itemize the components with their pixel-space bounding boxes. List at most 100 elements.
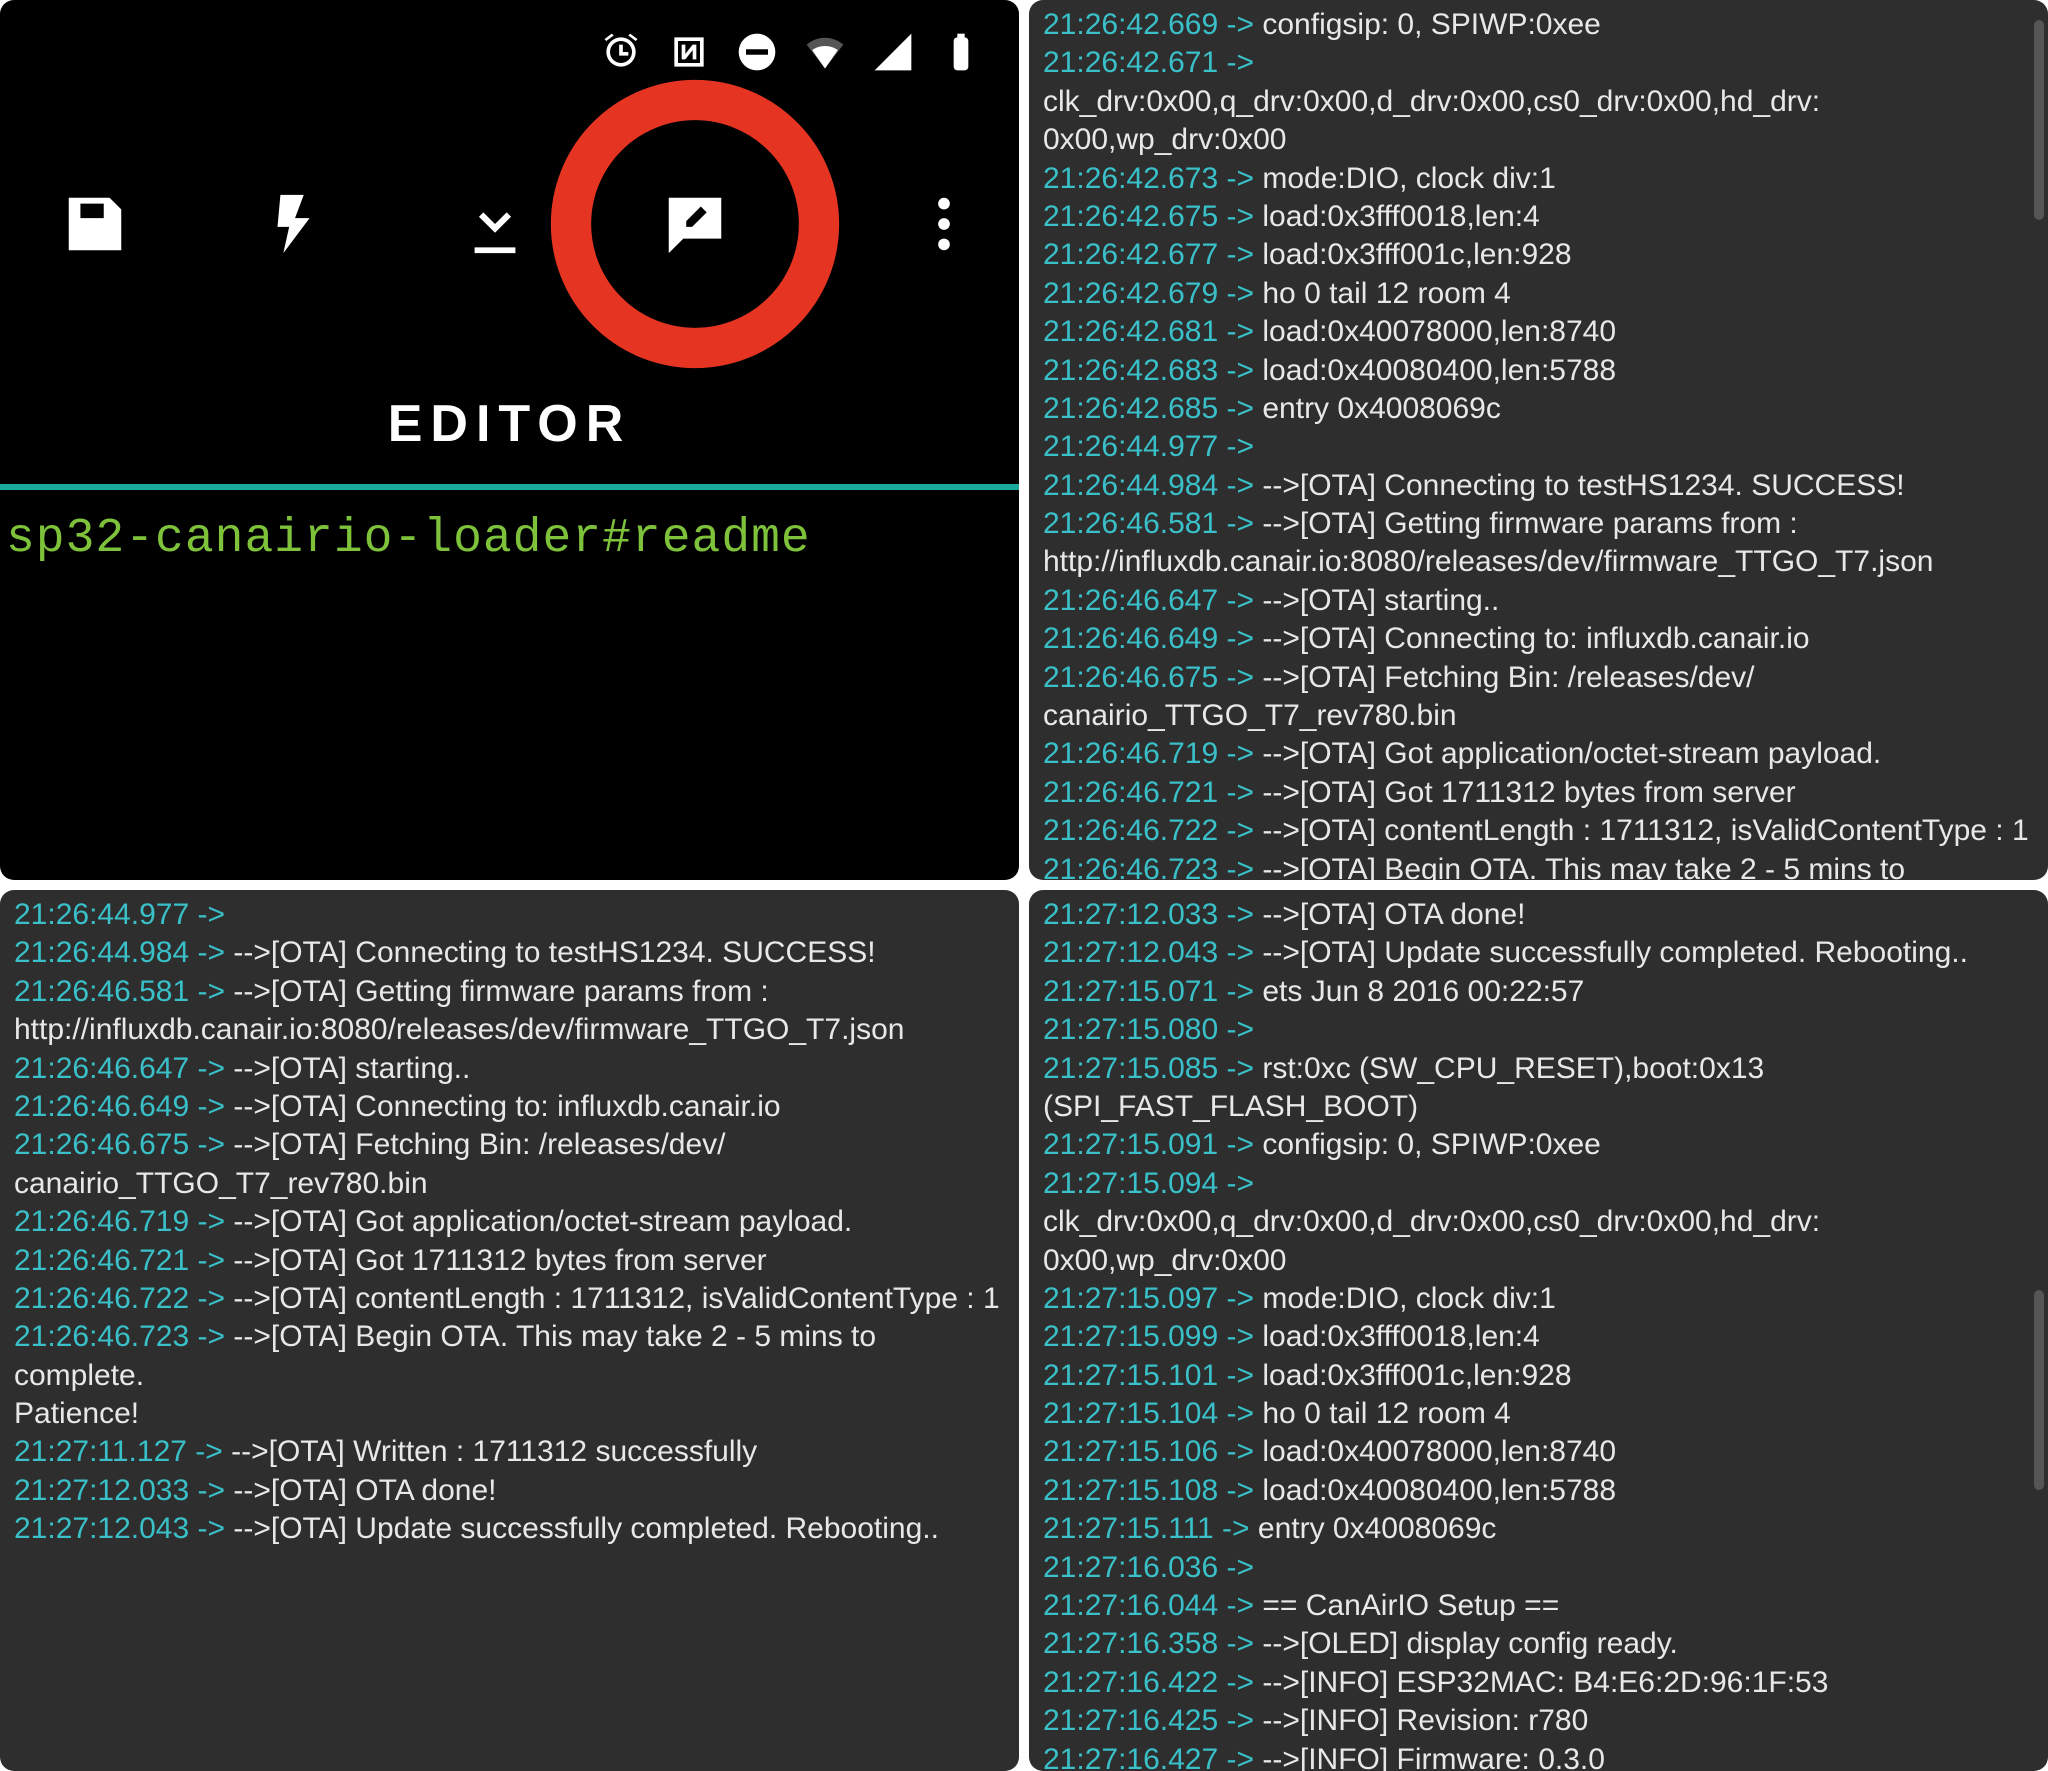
log-timestamp: 21:27:15.091 ->: [1043, 1128, 1262, 1161]
status-bar: [0, 0, 1019, 89]
log-line: 21:26:46.647 -> -->[OTA] starting..: [14, 1050, 1005, 1088]
log-timestamp: 21:27:16.425 ->: [1043, 1704, 1262, 1737]
log-timestamp: 21:27:15.101 ->: [1043, 1359, 1262, 1392]
log-message: load:0x40080400,len:5788: [1262, 1474, 1616, 1507]
log-line: 21:27:15.091 -> configsip: 0, SPIWP:0xee: [1043, 1126, 2034, 1164]
log-timestamp: 21:26:46.647 ->: [14, 1052, 233, 1085]
editor-toolbar: [0, 89, 1019, 304]
scrollbar[interactable]: [2034, 20, 2044, 220]
log-timestamp: 21:27:11.127 ->: [14, 1435, 231, 1468]
log-line: 21:27:11.127 -> -->[OTA] Written : 17113…: [14, 1433, 1005, 1471]
log-line: 21:27:12.043 -> -->[OTA] Update successf…: [1043, 934, 2034, 972]
log-line: 21:26:46.649 -> -->[OTA] Connecting to: …: [1043, 620, 2034, 658]
log-line: 21:27:15.111 -> entry 0x4008069c: [1043, 1510, 2034, 1548]
log-message: -->[OTA] starting..: [1262, 584, 1499, 617]
log-line: 21:26:46.675 -> -->[OTA] Fetching Bin: /…: [14, 1126, 1005, 1164]
log-timestamp: 21:27:16.422 ->: [1043, 1666, 1262, 1699]
log-message: -->[OTA] Fetching Bin: /releases/dev/: [1262, 661, 1754, 694]
log-message: load:0x3fff0018,len:4: [1262, 200, 1539, 233]
log-message: == CanAirIO Setup ==: [1262, 1589, 1559, 1622]
log-message: -->[INFO] Firmware: 0.3.0: [1262, 1743, 1605, 1771]
log-message: -->[OTA] Connecting to: influxdb.canair.…: [1262, 622, 1809, 655]
log-message-cont: 0x00,wp_drv:0x00: [1043, 1242, 2034, 1280]
edit-message-icon[interactable]: [660, 189, 730, 264]
log-message: load:0x3fff001c,len:928: [1262, 1359, 1571, 1392]
log-line: 21:26:44.984 -> -->[OTA] Connecting to t…: [14, 934, 1005, 972]
log-message: -->[OTA] Connecting to: influxdb.canair.…: [233, 1090, 780, 1123]
log-timestamp: 21:27:15.099 ->: [1043, 1320, 1262, 1353]
log-line: 21:26:42.669 -> configsip: 0, SPIWP:0xee: [1043, 6, 2034, 44]
log-timestamp: 21:26:42.677 ->: [1043, 238, 1262, 271]
log-timestamp: 21:27:15.085 ->: [1043, 1052, 1262, 1085]
nfc-icon: [667, 30, 711, 79]
scrollbar[interactable]: [2034, 1290, 2044, 1490]
log-timestamp: 21:26:46.581 ->: [14, 975, 233, 1008]
log-timestamp: 21:26:42.683 ->: [1043, 354, 1262, 387]
log-line: 21:26:46.649 -> -->[OTA] Connecting to: …: [14, 1088, 1005, 1126]
log-message: clk_drv:0x00,q_drv:0x00,d_drv:0x00,cs0_d…: [1043, 1205, 1820, 1238]
log-timestamp: 21:27:16.358 ->: [1043, 1627, 1262, 1660]
log-message: clk_drv:0x00,q_drv:0x00,d_drv:0x00,cs0_d…: [1043, 85, 1820, 118]
log-message: -->[INFO] ESP32MAC: B4:E6:2D:96:1F:53: [1262, 1666, 1828, 1699]
log-timestamp: 21:27:15.080 ->: [1043, 1013, 1254, 1046]
log-timestamp: 21:26:44.977 ->: [14, 898, 225, 931]
log-line: 21:26:46.719 -> -->[OTA] Got application…: [14, 1203, 1005, 1241]
log-timestamp: 21:26:46.719 ->: [14, 1205, 233, 1238]
log-timestamp: 21:26:46.721 ->: [14, 1244, 233, 1277]
log-message: -->[OTA] OTA done!: [1262, 898, 1525, 931]
log-message: -->[OTA] contentLength : 1711312, isVali…: [233, 1282, 999, 1315]
log-timestamp: 21:27:12.043 ->: [14, 1512, 233, 1545]
log-timestamp: 21:26:46.723 ->: [14, 1320, 233, 1353]
save-icon[interactable]: [60, 189, 130, 264]
log-timestamp: 21:26:44.977 ->: [1043, 430, 1254, 463]
log-line: 21:26:46.721 -> -->[OTA] Got 1711312 byt…: [14, 1242, 1005, 1280]
more-icon[interactable]: [909, 189, 979, 264]
log-timestamp: 21:26:46.649 ->: [14, 1090, 233, 1123]
log-message: -->[OTA] starting..: [233, 1052, 470, 1085]
log-message: mode:DIO, clock div:1: [1262, 162, 1555, 195]
log-message: -->[OTA] OTA done!: [233, 1474, 496, 1507]
terminal-output[interactable]: 21:26:42.669 -> configsip: 0, SPIWP:0xee…: [1029, 0, 2048, 880]
alarm-icon: [599, 30, 643, 79]
terminal-panel-b: 21:26:42.669 -> configsip: 0, SPIWP:0xee…: [1029, 0, 2048, 880]
log-line: 21:26:42.681 -> load:0x40078000,len:8740: [1043, 313, 2034, 351]
log-message: load:0x40080400,len:5788: [1262, 354, 1616, 387]
log-message: ho 0 tail 12 room 4: [1262, 277, 1510, 310]
log-timestamp: 21:26:42.675 ->: [1043, 200, 1262, 233]
log-line: 21:27:15.104 -> ho 0 tail 12 room 4: [1043, 1395, 2034, 1433]
log-line: 21:27:15.080 ->: [1043, 1011, 2034, 1049]
log-line: 21:27:15.099 -> load:0x3fff0018,len:4: [1043, 1318, 2034, 1356]
log-message: configsip: 0, SPIWP:0xee: [1262, 1128, 1601, 1161]
log-message: -->[OTA] Got application/octet-stream pa…: [233, 1205, 852, 1238]
log-line: 21:26:44.977 ->: [14, 896, 1005, 934]
log-timestamp: 21:26:46.719 ->: [1043, 737, 1262, 770]
log-message: -->[OTA] Written : 1711312 successfully: [231, 1435, 757, 1468]
log-message: ets Jun 8 2016 00:22:57: [1262, 975, 1584, 1008]
log-timestamp: 21:26:42.685 ->: [1043, 392, 1262, 425]
flash-icon[interactable]: [260, 189, 330, 264]
log-message-cont: 0x00,wp_drv:0x00: [1043, 121, 2034, 159]
log-message-cont: (SPI_FAST_FLASH_BOOT): [1043, 1088, 2034, 1126]
terminal-output[interactable]: 21:26:44.977 -> 21:26:44.984 -> -->[OTA]…: [0, 890, 1019, 1555]
log-line: 21:27:16.425 -> -->[INFO] Revision: r780: [1043, 1702, 2034, 1740]
download-icon[interactable]: [460, 189, 530, 264]
log-line: 21:27:16.044 -> == CanAirIO Setup ==: [1043, 1587, 2034, 1625]
log-message: entry 0x4008069c: [1258, 1512, 1497, 1545]
log-timestamp: 21:26:46.722 ->: [1043, 814, 1262, 847]
log-timestamp: 21:26:46.722 ->: [14, 1282, 233, 1315]
log-timestamp: 21:27:15.106 ->: [1043, 1435, 1262, 1468]
log-timestamp: 21:27:12.033 ->: [14, 1474, 233, 1507]
log-line: 21:26:46.647 -> -->[OTA] starting..: [1043, 582, 2034, 620]
log-message: rst:0xc (SW_CPU_RESET),boot:0x13: [1262, 1052, 1764, 1085]
log-line: 21:26:46.581 -> -->[OTA] Getting firmwar…: [1043, 505, 2034, 543]
log-line: 21:26:44.977 ->: [1043, 428, 2034, 466]
log-line: 21:27:15.106 -> load:0x40078000,len:8740: [1043, 1433, 2034, 1471]
log-timestamp: 21:27:12.043 ->: [1043, 936, 1262, 969]
log-line: 21:26:42.683 -> load:0x40080400,len:5788: [1043, 352, 2034, 390]
signal-icon: [871, 30, 915, 79]
log-message: -->[OTA] Got application/octet-stream pa…: [1262, 737, 1881, 770]
log-timestamp: 21:26:46.581 ->: [1043, 507, 1262, 540]
log-line: 21:26:46.723 -> -->[OTA] Begin OTA. This…: [1043, 851, 2034, 880]
terminal-output[interactable]: 21:27:12.033 -> -->[OTA] OTA done!21:27:…: [1029, 890, 2048, 1771]
log-message: -->[INFO] Revision: r780: [1262, 1704, 1588, 1737]
